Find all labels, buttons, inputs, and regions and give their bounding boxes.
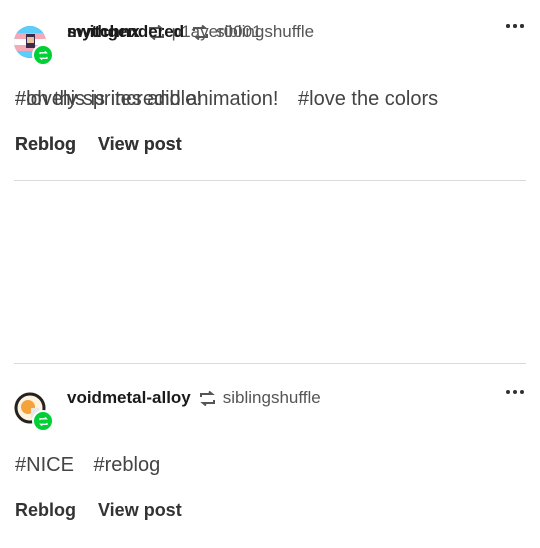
reblog-badge-icon <box>32 410 54 432</box>
tag[interactable]: #love the colors <box>298 88 438 110</box>
note-actions: Reblog View post <box>15 500 182 521</box>
avatar[interactable] <box>14 392 54 432</box>
reblog-button[interactable]: Reblog <box>15 134 76 155</box>
note-actions: Reblog View post <box>15 134 182 155</box>
note-item: mythgendered siblingshuffle #lovely spri… <box>0 0 540 182</box>
source-blog-link[interactable]: siblingshuffle <box>216 22 314 42</box>
username-link[interactable]: voidmetal-alloy <box>67 388 191 408</box>
notes-feed: switchnx p1ayer0001 #oh this is incredib… <box>0 0 540 530</box>
reblog-icon <box>192 24 209 40</box>
avatar[interactable] <box>14 26 54 66</box>
reblog-icon <box>199 390 216 406</box>
reblog-badge-icon <box>32 44 54 66</box>
tag[interactable]: #lovely sprites and animation! <box>15 88 278 110</box>
note-item: voidmetal-alloy siblingshuffle #NICE #re… <box>0 366 540 548</box>
note-header: voidmetal-alloy siblingshuffle <box>67 386 321 410</box>
reblog-button[interactable]: Reblog <box>15 500 76 521</box>
divider <box>14 363 526 364</box>
source-blog-link[interactable]: siblingshuffle <box>223 388 321 408</box>
tags: #lovely sprites and animation! #love the… <box>15 88 452 111</box>
username-link[interactable]: mythgendered <box>67 22 184 42</box>
tag[interactable]: #NICE <box>15 454 74 476</box>
view-post-button[interactable]: View post <box>98 134 182 155</box>
tags: #NICE #reblog <box>15 454 174 477</box>
more-options-icon[interactable] <box>506 24 524 28</box>
view-post-button[interactable]: View post <box>98 500 182 521</box>
more-options-icon[interactable] <box>506 390 524 394</box>
tag[interactable]: #reblog <box>93 454 160 476</box>
note-header: mythgendered siblingshuffle <box>67 20 314 44</box>
